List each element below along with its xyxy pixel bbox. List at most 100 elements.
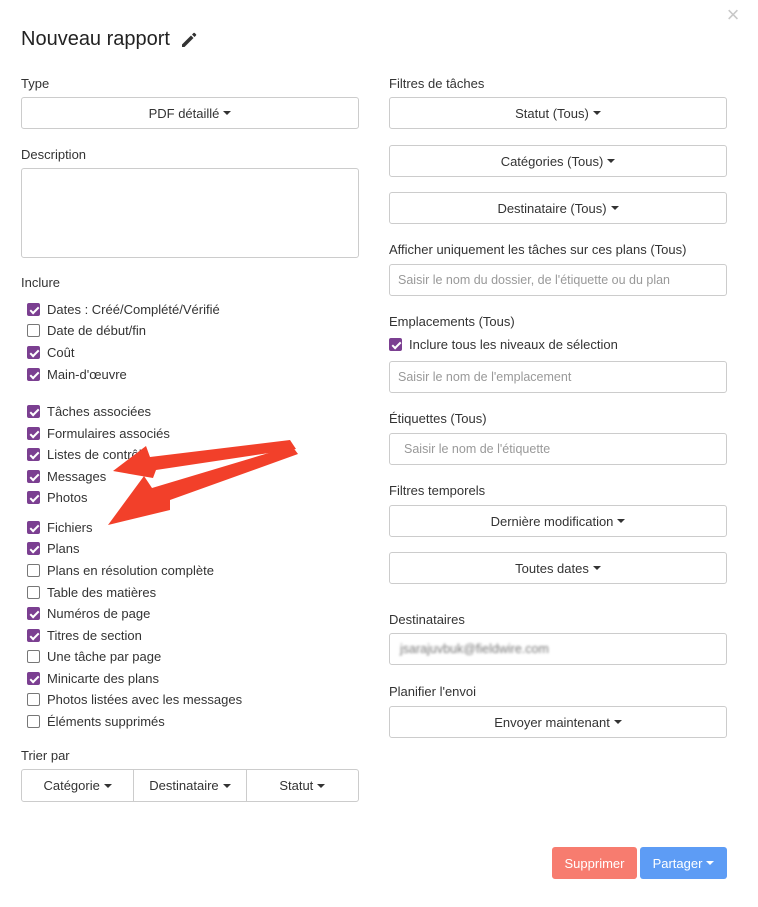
sort-status-button[interactable]: Statut xyxy=(247,770,358,801)
location-input[interactable] xyxy=(389,361,727,393)
dialog-title: Nouveau rapport xyxy=(21,28,170,50)
caret-down-icon xyxy=(617,519,626,523)
tags-label: Étiquettes (Tous) xyxy=(389,411,487,426)
include-checkbox-label: Messages xyxy=(47,469,107,484)
plans-label: Afficher uniquement les tâches sur ces p… xyxy=(389,242,687,257)
type-dropdown[interactable]: PDF détaillé xyxy=(21,97,359,129)
include-checkbox-label: Main-d'œuvre xyxy=(47,367,127,382)
checkbox-checked-icon xyxy=(27,470,40,483)
type-label: Type xyxy=(21,76,50,91)
categories-filter-button[interactable]: Catégories (Tous) xyxy=(389,145,727,177)
delete-button[interactable]: Supprimer xyxy=(552,847,637,879)
include-checkbox[interactable]: Dates : Créé/Complété/Vérifié xyxy=(27,302,220,317)
include-checkbox[interactable]: Date de début/fin xyxy=(27,323,146,338)
include-checkbox[interactable]: Fichiers xyxy=(27,520,93,535)
time-filters-label: Filtres temporels xyxy=(389,483,486,498)
plans-input[interactable] xyxy=(389,264,727,296)
last-modified-button[interactable]: Dernière modification xyxy=(389,505,727,537)
include-checkbox[interactable]: Titres de section xyxy=(27,628,142,643)
caret-down-icon xyxy=(706,861,715,865)
sort-label: Trier par xyxy=(21,748,70,763)
include-checkbox[interactable]: Main-d'œuvre xyxy=(27,367,127,382)
include-checkbox[interactable]: Numéros de page xyxy=(27,606,150,621)
caret-down-icon xyxy=(610,206,619,210)
sort-assignee-button[interactable]: Destinataire xyxy=(134,770,247,801)
include-checkbox-label: Dates : Créé/Complété/Vérifié xyxy=(47,302,220,317)
sort-button-group: Catégorie Destinataire Statut xyxy=(21,769,359,802)
schedule-label: Planifier l'envoi xyxy=(389,684,477,699)
include-checkbox-label: Fichiers xyxy=(47,520,93,535)
include-checkbox-label: Plans en résolution complète xyxy=(47,563,214,578)
include-checkbox-label: Photos listées avec les messages xyxy=(47,692,243,707)
include-checkbox[interactable]: Listes de contrôle xyxy=(27,447,149,462)
caret-down-icon xyxy=(103,783,112,788)
locations-label: Emplacements (Tous) xyxy=(389,314,515,329)
include-checkbox[interactable]: Éléments supprimés xyxy=(27,714,165,729)
checkbox-checked-icon xyxy=(27,346,40,359)
include-checkbox-label: Éléments supprimés xyxy=(47,714,165,729)
include-checkbox[interactable]: Photos listées avec les messages xyxy=(27,692,242,707)
include-checkbox[interactable]: Photos xyxy=(27,490,87,505)
checkbox-checked-icon xyxy=(389,338,402,351)
checkbox-unchecked-icon xyxy=(27,324,40,337)
include-checkbox-label: Numéros de page xyxy=(47,606,151,621)
caret-down-icon xyxy=(592,566,601,570)
recipient-email: jsarajuvbuk@fieldwire.com xyxy=(400,642,549,656)
checkbox-checked-icon xyxy=(27,672,40,685)
include-checkbox[interactable]: Plans en résolution complète xyxy=(27,563,214,578)
include-checkbox[interactable]: Formulaires associés xyxy=(27,426,170,441)
include-checkbox-label: Date de début/fin xyxy=(47,323,147,338)
all-dates-button[interactable]: Toutes dates xyxy=(389,552,727,584)
checkbox-unchecked-icon xyxy=(27,693,40,706)
caret-down-icon xyxy=(317,783,326,788)
include-checkbox[interactable]: Table des matières xyxy=(27,585,156,600)
checkbox-checked-icon xyxy=(27,303,40,316)
include-label: Inclure xyxy=(21,275,61,290)
checkbox-checked-icon xyxy=(27,629,40,642)
include-checkbox[interactable]: Tâches associées xyxy=(27,404,151,419)
checkbox-unchecked-icon xyxy=(27,586,40,599)
tags-input[interactable] xyxy=(389,433,727,465)
include-checkbox[interactable]: Une tâche par page xyxy=(27,649,161,664)
include-checkbox-label: Table des matières xyxy=(47,585,157,600)
send-now-button[interactable]: Envoyer maintenant xyxy=(389,706,727,738)
include-checkbox-label: Tâches associées xyxy=(47,404,152,419)
caret-down-icon xyxy=(592,111,601,115)
checkbox-checked-icon xyxy=(27,491,40,504)
description-input[interactable] xyxy=(21,168,359,258)
type-dropdown-value: PDF détaillé xyxy=(148,105,220,121)
checkbox-checked-icon xyxy=(27,448,40,461)
close-button[interactable]: × xyxy=(722,4,744,26)
checkbox-checked-icon xyxy=(27,405,40,418)
checkbox-unchecked-icon xyxy=(27,564,40,577)
include-checkbox[interactable]: Plans xyxy=(27,541,80,556)
checkbox-checked-icon xyxy=(27,368,40,381)
pencil-icon[interactable] xyxy=(180,31,198,49)
sort-category-button[interactable]: Catégorie xyxy=(22,770,135,801)
status-filter-button[interactable]: Statut (Tous) xyxy=(389,97,727,129)
description-label: Description xyxy=(21,147,87,162)
include-checkbox-label: Minicarte des plans xyxy=(47,671,159,686)
include-checkbox[interactable]: Coût xyxy=(27,345,74,360)
include-checkbox-label: Titres de section xyxy=(47,628,142,643)
checkbox-checked-icon xyxy=(27,607,40,620)
checkbox-unchecked-icon xyxy=(27,715,40,728)
share-button[interactable]: Partager xyxy=(640,847,727,879)
caret-down-icon xyxy=(223,111,232,115)
recipients-input[interactable]: jsarajuvbuk@fieldwire.com xyxy=(389,633,727,665)
caret-down-icon xyxy=(222,783,231,788)
include-checkbox-label: Une tâche par page xyxy=(47,649,162,664)
checkbox-checked-icon xyxy=(27,521,40,534)
include-checkbox-label: Formulaires associés xyxy=(47,426,170,441)
checkbox-checked-icon xyxy=(27,427,40,440)
checkbox-checked-icon xyxy=(27,542,40,555)
recipients-label: Destinataires xyxy=(389,612,465,627)
assignee-filter-button[interactable]: Destinataire (Tous) xyxy=(389,192,727,224)
include-checkbox[interactable]: Minicarte des plans xyxy=(27,671,159,686)
include-levels-checkbox[interactable]: Inclure tous les niveaux de sélection xyxy=(389,337,618,352)
include-checkbox-label: Photos xyxy=(47,490,88,505)
include-checkbox[interactable]: Messages xyxy=(27,469,106,484)
include-checkbox-label: Plans xyxy=(47,541,80,556)
include-checkbox-label: Listes de contrôle xyxy=(47,447,149,462)
checkbox-unchecked-icon xyxy=(27,650,40,663)
